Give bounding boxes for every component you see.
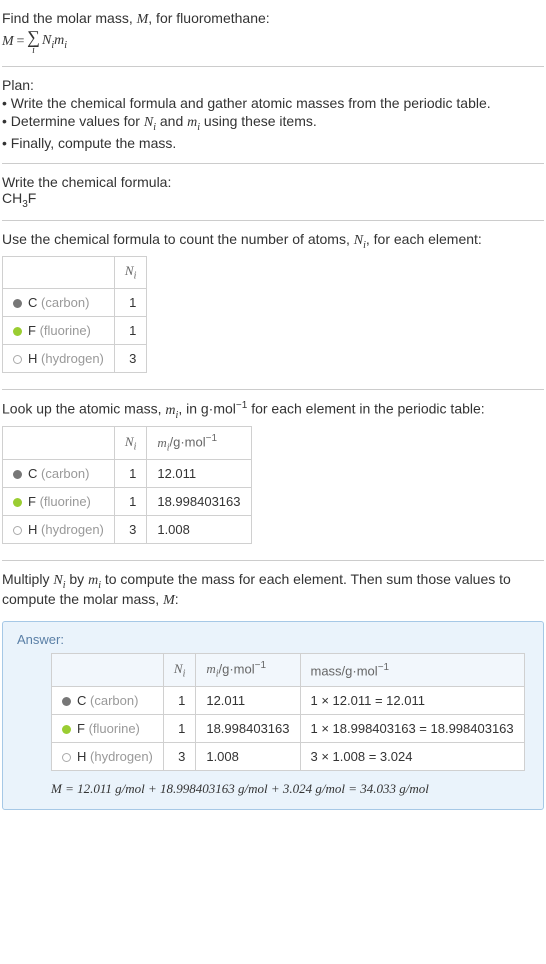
chemical-formula: CH3F [2,190,544,210]
plan-item: Finally, compute the mass. [2,135,544,151]
plan-section: Plan: Write the chemical formula and gat… [2,71,544,159]
count-atoms-section: Use the chemical formula to count the nu… [2,225,544,385]
plan-list: Write the chemical formula and gather at… [2,95,544,151]
multiply-section: Multiply Ni by mi to compute the mass fo… [2,565,544,615]
element-dot-icon [62,753,71,762]
header-element [3,427,115,460]
eq-equals: = [16,34,25,50]
divider [2,163,544,164]
multiply-heading: Multiply Ni by mi to compute the mass fo… [2,571,544,609]
table-header-row: Ni mi/g·mol−1 mass/g·mol−1 [52,654,525,687]
table-row: H (hydrogen) 3 1.008 3 × 1.008 = 3.024 [52,743,525,771]
final-equation: M = 12.011 g/mol + 18.998403163 g/mol + … [51,781,529,797]
plan-item: Write the chemical formula and gather at… [2,95,544,111]
table-row: F (fluorine) 1 18.998403163 1 × 18.99840… [52,715,525,743]
answer-box: Answer: Ni mi/g·mol−1 mass/g·mol−1 C (ca… [2,621,544,810]
table-row: C (carbon) 1 [3,288,147,316]
chemical-formula-heading: Write the chemical formula: [2,174,544,190]
divider [2,220,544,221]
intro-text: Find the molar mass, M, for fluoromethan… [2,10,544,28]
answer-table: Ni mi/g·mol−1 mass/g·mol−1 C (carbon) 1 … [51,653,525,771]
atomic-mass-table: Ni mi/g·mol−1 C (carbon) 1 12.011 F (flu… [2,426,252,544]
header-ni: Ni [114,427,146,460]
element-dot-icon [13,470,22,479]
element-dot-icon [62,725,71,734]
element-dot-icon [13,526,22,535]
answer-label: Answer: [17,632,529,647]
table-row: H (hydrogen) 3 1.008 [3,516,252,544]
atomic-mass-heading: Look up the atomic mass, mi, in g·mol−1 … [2,400,544,420]
divider [2,560,544,561]
count-heading: Use the chemical formula to count the nu… [2,231,544,251]
divider [2,66,544,67]
atom-count-table: Ni C (carbon) 1 F (fluorine) 1 H (hydrog… [2,256,147,373]
header-mi: mi/g·mol−1 [196,654,300,687]
header-mi: mi/g·mol−1 [147,427,251,460]
header-mass: mass/g·mol−1 [300,654,524,687]
element-dot-icon [13,498,22,507]
table-row: H (hydrogen) 3 [3,344,147,372]
table-header-row: Ni mi/g·mol−1 [3,427,252,460]
eq-lhs: M [2,34,14,50]
atomic-mass-section: Look up the atomic mass, mi, in g·mol−1 … [2,394,544,556]
header-ni: Ni [163,654,195,687]
molar-mass-equation: M = ∑ i Nimi [2,28,67,56]
table-header-row: Ni [3,257,147,289]
element-dot-icon [13,299,22,308]
divider [2,389,544,390]
element-dot-icon [62,697,71,706]
header-element [3,257,115,289]
header-element [52,654,164,687]
table-row: C (carbon) 1 12.011 [3,460,252,488]
table-row: F (fluorine) 1 18.998403163 [3,488,252,516]
plan-item: Determine values for Ni and mi using the… [2,113,544,133]
intro-section: Find the molar mass, M, for fluoromethan… [2,4,544,62]
element-dot-icon [13,327,22,336]
table-row: F (fluorine) 1 [3,316,147,344]
element-dot-icon [13,355,22,364]
plan-heading: Plan: [2,77,544,93]
header-ni: Ni [114,257,146,289]
chemical-formula-section: Write the chemical formula: CH3F [2,168,544,216]
table-row: C (carbon) 1 12.011 1 × 12.011 = 12.011 [52,687,525,715]
sigma-icon: ∑ i [27,28,40,56]
